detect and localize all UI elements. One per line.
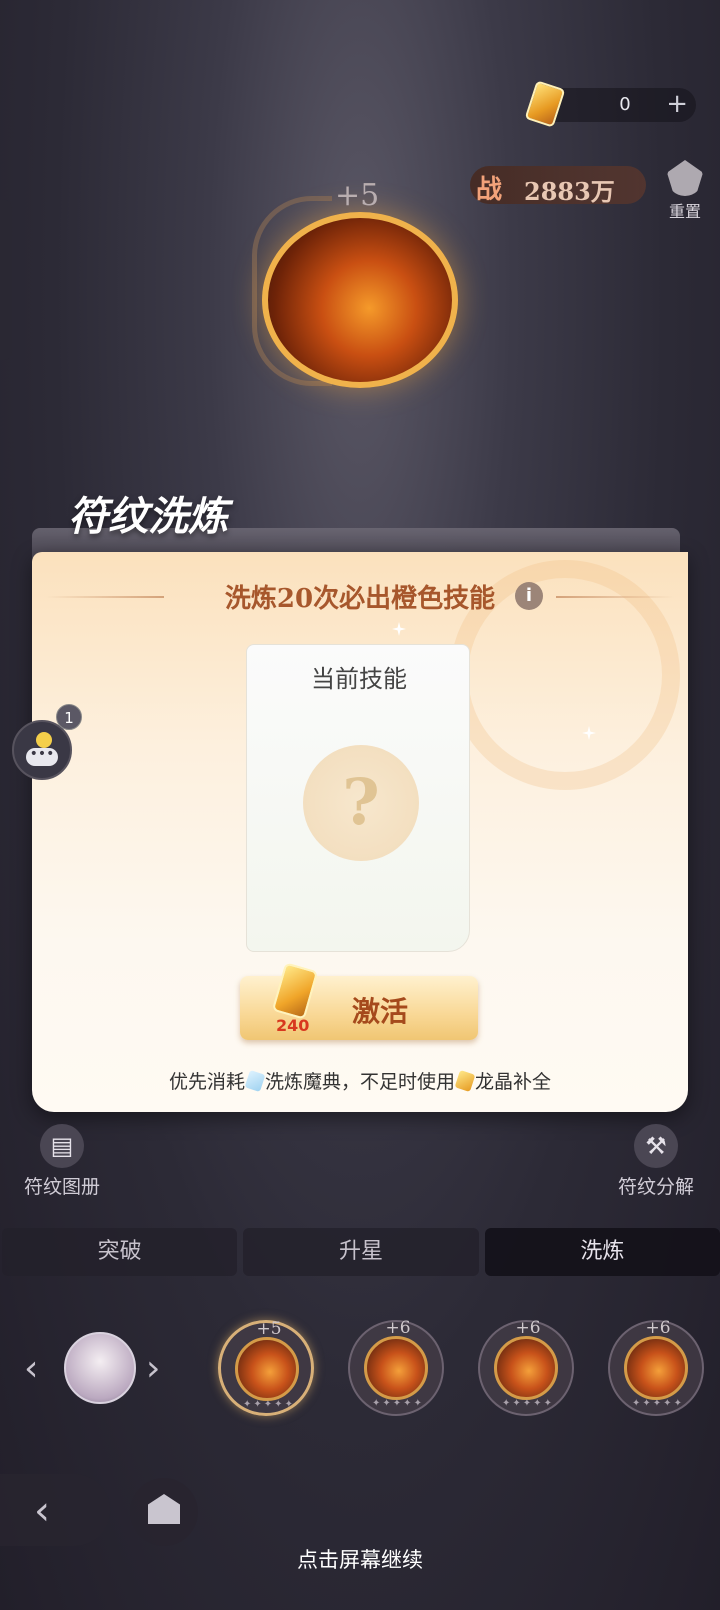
tab-refine[interactable]: 洗炼 (484, 1228, 720, 1276)
rune-slot-level: +6 (385, 1318, 411, 1338)
rune-slot[interactable]: +6 ✦✦✦✦✦ (348, 1318, 444, 1416)
rune-slot-level: +6 (645, 1318, 671, 1338)
rune-decompose-button[interactable]: ⚒ 符纹分解 (608, 1124, 704, 1199)
back-button[interactable]: ‹ (0, 1474, 110, 1546)
rune-slot[interactable]: +6 ✦✦✦✦✦ (608, 1318, 704, 1416)
rune-slot-level: +6 (515, 1318, 541, 1338)
dragon-crystal-icon (524, 80, 566, 128)
add-currency-button[interactable]: + (666, 89, 688, 119)
panel-title: 符纹洗炼 (68, 493, 228, 540)
combat-power-value: 2883万 (524, 177, 615, 206)
decompose-icon: ⚒ (634, 1124, 678, 1168)
cost-note-item2: 龙晶补全 (475, 1071, 552, 1093)
current-skill-card: 当前技能 ? (246, 644, 470, 952)
reset-label: 重置 (668, 202, 701, 221)
current-skill-title: 当前技能 (311, 665, 407, 693)
book-icon: ▤ (40, 1124, 84, 1168)
rune-icon (624, 1336, 688, 1400)
refine-book-icon (244, 1069, 266, 1093)
rune-gallery-button[interactable]: ▤ 符纹图册 (14, 1124, 110, 1199)
info-icon[interactable]: i (515, 582, 543, 610)
activate-cost: 240 (276, 1016, 310, 1035)
chevron-left-icon[interactable]: ‹ (24, 1348, 38, 1389)
rune-icon (494, 1336, 558, 1400)
cost-note: 优先消耗 洗炼魔典，不足时使用 龙晶补全 (0, 1067, 720, 1094)
rune-icon (364, 1336, 428, 1400)
combat-power-label: 战 (476, 175, 503, 205)
home-button[interactable] (130, 1478, 198, 1546)
activate-button[interactable]: 240 激活 (240, 962, 478, 1040)
tap-to-continue[interactable]: 点击屏幕继续 (0, 1544, 720, 1574)
rune-level: +5 (335, 178, 380, 213)
dragon-crystal-icon (454, 1069, 476, 1093)
currency-value: 0 (619, 94, 631, 115)
currency-display: 0 + (524, 80, 696, 128)
home-icon (148, 1494, 180, 1524)
rune-emblem (262, 212, 458, 388)
rune-slot-stars: ✦✦✦✦✦ (632, 1398, 684, 1409)
rune-slot-stars: ✦✦✦✦✦ (372, 1398, 424, 1409)
rune-slot[interactable]: +5 ✦✦✦✦✦ (218, 1319, 314, 1416)
tab-star-up[interactable]: 升星 (243, 1228, 479, 1276)
refine-hint: 洗炼20次必出橙色技能 (224, 584, 496, 614)
tab-breakthrough[interactable]: 突破 (2, 1228, 238, 1276)
rune-slot-stars: ✦✦✦✦✦ (243, 1399, 295, 1410)
left-edge-tab[interactable] (0, 200, 12, 360)
rune-slot-level: +5 (256, 1319, 282, 1339)
cost-note-item1: 洗炼魔典，不足时使用 (264, 1071, 455, 1093)
rune-icon (235, 1337, 299, 1401)
cost-note-prefix: 优先消耗 (168, 1071, 245, 1093)
rune-slot[interactable]: +6 ✦✦✦✦✦ (478, 1318, 574, 1416)
tab-bar: 突破 升星 洗炼 (2, 1228, 720, 1276)
chat-bubble-icon: ••• (26, 747, 58, 766)
character-avatar[interactable] (64, 1332, 136, 1404)
chat-badge: 1 (56, 704, 82, 730)
back-arrow-icon: ‹ (34, 1488, 50, 1534)
chevron-right-icon[interactable]: › (146, 1348, 160, 1389)
rune-decompose-label: 符纹分解 (617, 1176, 694, 1198)
reset-button[interactable]: 重置 (660, 160, 710, 222)
rune-gallery-label: 符纹图册 (23, 1176, 100, 1198)
reset-icon (667, 160, 703, 196)
character-selector: ‹ › (24, 1332, 174, 1404)
activate-label: 激活 (352, 995, 409, 1028)
rune-slot-stars: ✦✦✦✦✦ (502, 1398, 554, 1409)
unknown-skill-icon: ? (303, 745, 419, 861)
combat-power: 战 2883万 (470, 166, 646, 206)
